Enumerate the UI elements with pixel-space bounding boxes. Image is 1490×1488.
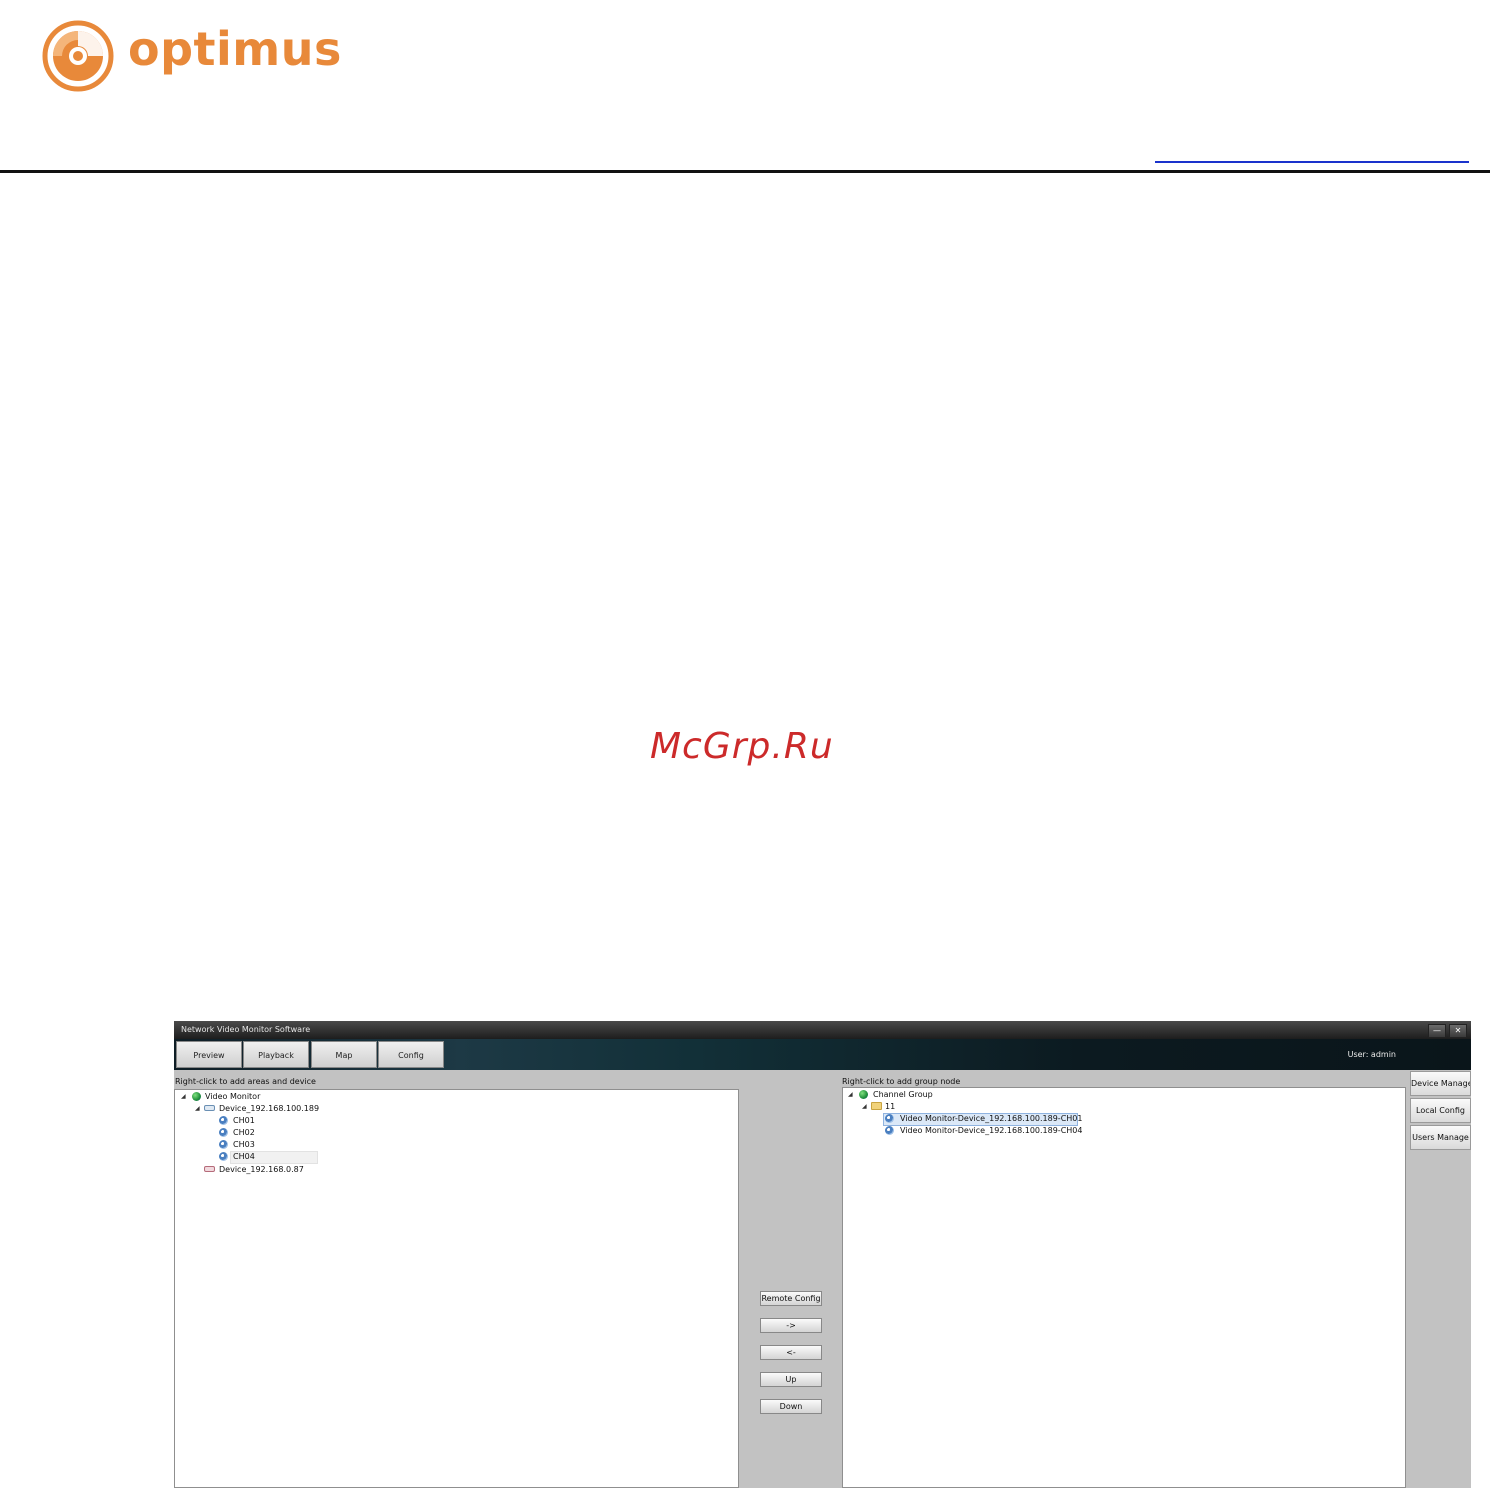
expand-arrow-icon[interactable]: ◢ [862, 1101, 867, 1112]
tree-group-11[interactable]: 11 [885, 1101, 895, 1112]
device-tree-panel[interactable]: ◢ Video Monitor ◢ Device_192.168.100.189… [174, 1089, 739, 1488]
expand-arrow-icon[interactable]: ◢ [195, 1103, 200, 1114]
close-button[interactable]: ✕ [1449, 1024, 1467, 1038]
tree-channel-ch02[interactable]: CH02 [233, 1127, 255, 1138]
globe-icon [859, 1090, 868, 1099]
tree-channel-ch01[interactable]: CH01 [233, 1115, 255, 1126]
camera-icon [219, 1116, 228, 1125]
users-manage-button[interactable]: Users Manage [1410, 1125, 1471, 1150]
add-to-group-button[interactable]: -> [760, 1318, 822, 1333]
camera-icon [885, 1126, 894, 1135]
title-bar: Network Video Monitor Software — ✕ [174, 1021, 1471, 1039]
folder-icon [871, 1102, 882, 1110]
group-item-ch01[interactable]: Video Monitor-Device_192.168.100.189-CH0… [900, 1113, 1082, 1124]
user-label: User: admin [1347, 1050, 1396, 1059]
expand-arrow-icon[interactable]: ◢ [848, 1089, 853, 1100]
expand-arrow-icon[interactable]: ◢ [181, 1091, 186, 1102]
right-panel-hint: Right-click to add group node [842, 1077, 961, 1086]
tab-config[interactable]: Config [378, 1041, 444, 1068]
app-window: Network Video Monitor Software — ✕ Previ… [174, 1021, 1471, 1488]
minimize-button[interactable]: — [1428, 1024, 1446, 1038]
main-toolbar: Preview Playback Map Config User: admin [174, 1039, 1471, 1070]
channel-group-panel[interactable]: ◢ Channel Group ◢ 11 Video Monitor-Devic… [842, 1087, 1406, 1488]
device-icon [204, 1105, 215, 1111]
local-config-button[interactable]: Local Config [1410, 1098, 1471, 1123]
device-offline-icon [204, 1166, 215, 1172]
camera-icon [219, 1140, 228, 1149]
globe-icon [192, 1092, 201, 1101]
tree-device-2[interactable]: Device_192.168.0.87 [219, 1164, 304, 1175]
tab-playback[interactable]: Playback [243, 1041, 309, 1068]
group-item-ch04[interactable]: Video Monitor-Device_192.168.100.189-CH0… [900, 1125, 1082, 1136]
tree-channel-ch04[interactable]: CH04 [233, 1151, 255, 1162]
remove-from-group-button[interactable]: <- [760, 1345, 822, 1360]
tab-map[interactable]: Map [311, 1041, 377, 1068]
remote-config-button[interactable]: Remote Config [760, 1291, 822, 1306]
move-down-button[interactable]: Down [760, 1399, 822, 1414]
tab-preview[interactable]: Preview [176, 1041, 242, 1068]
move-up-button[interactable]: Up [760, 1372, 822, 1387]
camera-icon [219, 1128, 228, 1137]
device-manage-button[interactable]: Device Manage [1410, 1071, 1471, 1096]
header-link-underline[interactable] [1155, 161, 1469, 163]
left-panel-hint: Right-click to add areas and device [175, 1077, 316, 1086]
watermark: McGrp.Ru [650, 726, 834, 767]
tree-root-channel-group[interactable]: Channel Group [873, 1089, 933, 1100]
brand-name: optimus [128, 22, 342, 76]
camera-icon [885, 1114, 894, 1123]
header-divider [0, 170, 1490, 173]
tree-root-video-monitor[interactable]: Video Monitor [205, 1091, 260, 1102]
tree-device-1[interactable]: Device_192.168.100.189 [219, 1103, 319, 1114]
optimus-logo-icon [42, 20, 114, 92]
window-title: Network Video Monitor Software [181, 1025, 311, 1034]
tree-channel-ch03[interactable]: CH03 [233, 1139, 255, 1150]
camera-icon [219, 1152, 228, 1161]
